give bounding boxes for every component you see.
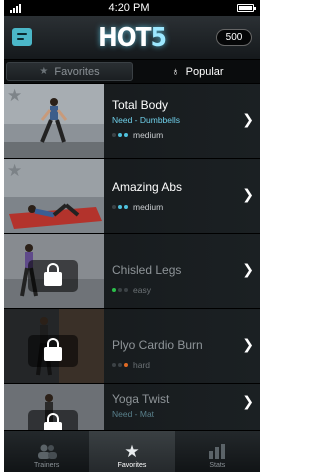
chevron-right-icon: ❯ <box>242 394 254 410</box>
lock-icon <box>28 410 78 430</box>
difficulty: hard <box>112 360 260 370</box>
lock-icon <box>28 335 78 367</box>
workout-title: Yoga Twist <box>112 392 170 406</box>
workout-equipment: Need - Dumbbells <box>112 115 181 125</box>
star-icon: ★ <box>39 66 49 77</box>
tab-bar: Trainers ★ Favorites Stats <box>4 430 260 472</box>
chevron-right-icon: ❯ <box>242 337 254 353</box>
tab-label: Favorites <box>117 462 147 469</box>
workout-row[interactable]: ★ Amazing Abs medium ❯ <box>4 159 260 234</box>
difficulty-label: hard <box>133 360 151 370</box>
difficulty-dots-icon <box>112 363 128 367</box>
segment-label: Favorites <box>54 65 100 78</box>
star-icon: ★ <box>124 441 140 461</box>
battery-icon <box>237 4 256 12</box>
difficulty-dots-icon <box>112 133 128 137</box>
tab-stats[interactable]: Stats <box>175 431 260 472</box>
workout-info: Yoga Twist Need - Mat ❯ <box>104 384 260 430</box>
chevron-right-icon: ❯ <box>242 187 254 203</box>
workout-equipment: Need - Mat <box>112 409 155 419</box>
difficulty: medium <box>112 202 260 212</box>
workout-thumbnail <box>4 384 104 430</box>
favorite-star-icon[interactable]: ★ <box>7 161 22 181</box>
workout-title: Total Body <box>112 98 169 112</box>
workout-thumbnail <box>4 234 104 308</box>
flame-icon: ♁ <box>171 65 180 78</box>
status-time: 4:20 PM <box>108 2 150 14</box>
workout-row[interactable]: Yoga Twist Need - Mat ❯ <box>4 384 260 430</box>
tab-favorites[interactable]: ★ Favorites <box>89 431 175 472</box>
segment-label: Popular <box>185 65 224 78</box>
signal-icon <box>10 3 21 13</box>
tab-label: Stats <box>209 462 226 469</box>
status-bar: 4:20 PM <box>4 0 260 16</box>
workout-info: Chisled Legs easy ❯ <box>104 234 260 308</box>
favorite-star-icon[interactable]: ★ <box>7 86 22 106</box>
difficulty-dots-icon <box>112 288 128 292</box>
tab-trainers[interactable]: Trainers <box>4 431 89 472</box>
workout-title: Plyo Cardio Burn <box>112 338 203 352</box>
signal-area <box>10 3 21 13</box>
workout-title: Amazing Abs <box>112 180 183 194</box>
workout-row[interactable]: ★ Total Body Need - Dumbbells medium ❯ <box>4 84 260 159</box>
stats-icon <box>207 442 227 460</box>
workout-thumbnail: ★ <box>4 159 104 233</box>
difficulty: easy <box>112 285 260 295</box>
app-logo: HOT5 <box>98 22 167 53</box>
difficulty-label: medium <box>133 202 164 212</box>
trainers-icon <box>36 442 58 460</box>
workout-info: Plyo Cardio Burn hard ❯ <box>104 309 260 383</box>
lock-icon <box>28 260 78 292</box>
app-header: HOT5 500 <box>4 16 260 60</box>
difficulty-label: medium <box>133 130 164 140</box>
difficulty-dots-icon <box>112 205 128 209</box>
workout-list: ★ Total Body Need - Dumbbells medium ❯ ★… <box>4 84 260 430</box>
segment-popular[interactable]: ♁ Popular <box>135 60 260 83</box>
difficulty-label: easy <box>133 285 151 295</box>
workout-row[interactable]: Chisled Legs easy ❯ <box>4 234 260 309</box>
workout-info: Total Body Need - Dumbbells medium ❯ <box>104 84 260 158</box>
chat-icon[interactable] <box>12 28 32 46</box>
workout-thumbnail: ★ <box>4 84 104 158</box>
workout-title: Chisled Legs <box>112 263 182 277</box>
difficulty: medium <box>112 130 260 140</box>
app-screen: 4:20 PM HOT5 500 ★ Favorites ♁ Popular ★… <box>4 0 260 472</box>
chevron-right-icon: ❯ <box>242 112 254 128</box>
tab-label: Trainers <box>33 462 60 469</box>
workout-thumbnail <box>4 309 104 383</box>
workout-info: Amazing Abs medium ❯ <box>104 159 260 233</box>
chevron-right-icon: ❯ <box>242 262 254 278</box>
points-badge[interactable]: 500 <box>216 29 252 46</box>
segment-favorites[interactable]: ★ Favorites <box>6 62 133 81</box>
segment-control: ★ Favorites ♁ Popular <box>4 60 260 84</box>
workout-row[interactable]: Plyo Cardio Burn hard ❯ <box>4 309 260 384</box>
